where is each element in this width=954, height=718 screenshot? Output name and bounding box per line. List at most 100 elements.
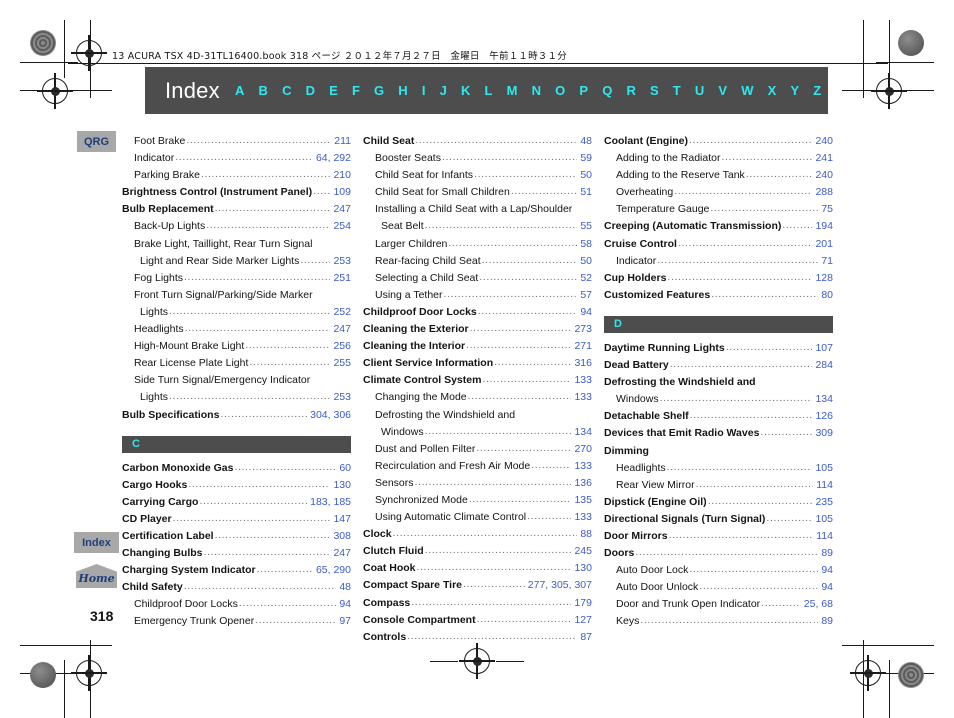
index-entry-page-number[interactable]: 235 <box>813 495 833 511</box>
index-entry-page-number[interactable]: 105 <box>813 512 833 528</box>
alphabet-link-t[interactable]: T <box>673 83 681 98</box>
alphabet-link-c[interactable]: C <box>282 83 292 98</box>
index-entry-page-number[interactable]: 308 <box>331 529 351 545</box>
index-entry[interactable]: Cleaning the Exterior...................… <box>363 321 592 338</box>
index-entry[interactable]: Childproof Door Locks...................… <box>363 304 592 321</box>
index-entry-page-number[interactable]: 253 <box>331 390 351 406</box>
index-entry[interactable]: Recirculation and Fresh Air Mode........… <box>363 458 592 475</box>
alphabet-link-a[interactable]: A <box>235 83 245 98</box>
index-entry[interactable]: Child Safety............................… <box>122 579 351 596</box>
index-entry-page-number[interactable]: 105 <box>813 461 833 477</box>
index-entry[interactable]: Lights..................................… <box>122 304 351 321</box>
index-entry[interactable]: Client Service Information..............… <box>363 355 592 372</box>
index-entry[interactable]: Defrosting the Windshield and...........… <box>363 407 592 424</box>
index-entry-page-number[interactable]: 107 <box>813 341 833 357</box>
index-entry-page-number[interactable]: 80 <box>819 288 833 304</box>
index-entry-page-number[interactable]: 201 <box>813 237 833 253</box>
index-entry[interactable]: Back-Up Lights..........................… <box>122 218 351 235</box>
index-entry-page-number[interactable]: 52 <box>578 271 592 287</box>
index-entry-page-number[interactable]: 251 <box>331 271 351 287</box>
index-entry-page-number[interactable]: 133 <box>572 459 592 475</box>
index-entry-page-number[interactable]: 133 <box>572 390 592 406</box>
index-entry[interactable]: Daytime Running Lights..................… <box>604 340 833 357</box>
alphabet-link-g[interactable]: G <box>374 83 385 98</box>
index-entry-page-number[interactable]: 147 <box>331 512 351 528</box>
alphabet-link-n[interactable]: N <box>532 83 542 98</box>
index-entry-page-number[interactable]: 135 <box>572 493 592 509</box>
index-entry-page-number[interactable]: 210 <box>331 168 351 184</box>
side-tab-home[interactable]: Home <box>76 564 117 588</box>
index-entry-page-number[interactable]: 87 <box>578 630 592 646</box>
index-entry[interactable]: Selecting a Child Seat..................… <box>363 270 592 287</box>
index-entry[interactable]: Child Seat for Infants..................… <box>363 167 592 184</box>
index-entry[interactable]: Headlights..............................… <box>604 460 833 477</box>
index-entry[interactable]: Compass.................................… <box>363 595 592 612</box>
alphabet-link-d[interactable]: D <box>306 83 316 98</box>
index-entry[interactable]: High-Mount Brake Light..................… <box>122 338 351 355</box>
index-entry-page-number[interactable]: 114 <box>814 529 833 545</box>
index-entry-page-number[interactable]: 240 <box>813 134 833 150</box>
index-entry-page-number[interactable]: 316 <box>572 356 592 372</box>
index-entry-page-number[interactable]: 240 <box>813 168 833 184</box>
index-entry[interactable]: Brake Light, Taillight, Rear Turn Signal… <box>122 236 351 253</box>
alphabet-link-l[interactable]: L <box>485 83 493 98</box>
alphabet-link-j[interactable]: J <box>440 83 448 98</box>
index-entry-page-number[interactable]: 133 <box>572 373 592 389</box>
index-entry-page-number[interactable]: 50 <box>578 254 592 270</box>
alphabet-link-r[interactable]: R <box>626 83 636 98</box>
index-entry-page-number[interactable]: 183, 185 <box>308 495 351 511</box>
index-entry[interactable]: CD Player...............................… <box>122 511 351 528</box>
index-entry-page-number[interactable]: 309 <box>813 426 833 442</box>
index-entry[interactable]: Dimming.................................… <box>604 443 833 460</box>
index-entry[interactable]: Adding to the Reserve Tank..............… <box>604 167 833 184</box>
index-entry[interactable]: Using Automatic Climate Control.........… <box>363 509 592 526</box>
index-entry[interactable]: Clock...................................… <box>363 526 592 543</box>
index-entry[interactable]: Coat Hook...............................… <box>363 560 592 577</box>
alphabet-link-z[interactable]: Z <box>813 83 821 98</box>
index-entry[interactable]: Indicator...............................… <box>122 150 351 167</box>
index-entry-page-number[interactable]: 284 <box>813 358 833 374</box>
index-entry[interactable]: Sensors.................................… <box>363 475 592 492</box>
alphabet-link-o[interactable]: O <box>555 83 566 98</box>
index-entry-page-number[interactable]: 57 <box>578 288 592 304</box>
index-entry-page-number[interactable]: 64, 292 <box>314 151 351 167</box>
index-entry[interactable]: Carbon Monoxide Gas.....................… <box>122 460 351 477</box>
index-entry[interactable]: Seat Belt...............................… <box>363 218 592 235</box>
index-entry-page-number[interactable]: 51 <box>578 185 592 201</box>
index-entry-page-number[interactable]: 94 <box>337 597 351 613</box>
index-entry[interactable]: Using a Tether..........................… <box>363 287 592 304</box>
index-entry[interactable]: Brightness Control (Instrument Panel)...… <box>122 184 351 201</box>
side-tab-qrg[interactable]: QRG <box>77 131 116 152</box>
index-entry[interactable]: Cleaning the Interior...................… <box>363 338 592 355</box>
index-entry[interactable]: Devices that Emit Radio Waves...........… <box>604 425 833 442</box>
index-entry[interactable]: Side Turn Signal/Emergency Indicator....… <box>122 372 351 389</box>
index-entry[interactable]: Changing the Mode.......................… <box>363 389 592 406</box>
index-entry[interactable]: Headlights..............................… <box>122 321 351 338</box>
index-entry[interactable]: Customized Features.....................… <box>604 287 833 304</box>
index-entry[interactable]: Child Seat for Small Children...........… <box>363 184 592 201</box>
index-entry-page-number[interactable]: 247 <box>331 202 351 218</box>
alphabet-link-y[interactable]: Y <box>790 83 799 98</box>
index-entry-page-number[interactable]: 245 <box>572 544 592 560</box>
index-entry[interactable]: Auto Door Unlock........................… <box>604 579 833 596</box>
alphabet-link-u[interactable]: U <box>695 83 705 98</box>
index-entry-page-number[interactable]: 58 <box>578 237 592 253</box>
index-entry-page-number[interactable]: 94 <box>819 580 833 596</box>
index-entry-page-number[interactable]: 48 <box>578 134 592 150</box>
index-entry[interactable]: Bulb Replacement........................… <box>122 201 351 218</box>
index-entry[interactable]: Light and Rear Side Marker Lights.......… <box>122 253 351 270</box>
index-entry-page-number[interactable]: 88 <box>578 527 592 543</box>
index-entry-page-number[interactable]: 253 <box>331 254 351 270</box>
index-entry[interactable]: Adding to the Radiator..................… <box>604 150 833 167</box>
index-entry[interactable]: Installing a Child Seat with a Lap/Shoul… <box>363 201 592 218</box>
index-entry-page-number[interactable]: 241 <box>813 151 833 167</box>
index-entry[interactable]: Synchronized Mode.......................… <box>363 492 592 509</box>
index-entry-page-number[interactable]: 60 <box>337 461 351 477</box>
index-entry[interactable]: Dead Battery............................… <box>604 357 833 374</box>
index-entry-page-number[interactable]: 55 <box>578 219 592 235</box>
alphabet-link-v[interactable]: V <box>718 83 727 98</box>
index-entry[interactable]: Child Seat..............................… <box>363 133 592 150</box>
side-tab-index[interactable]: Index <box>74 532 119 553</box>
index-entry-page-number[interactable]: 89 <box>819 614 833 630</box>
index-entry[interactable]: Foot Brake..............................… <box>122 133 351 150</box>
